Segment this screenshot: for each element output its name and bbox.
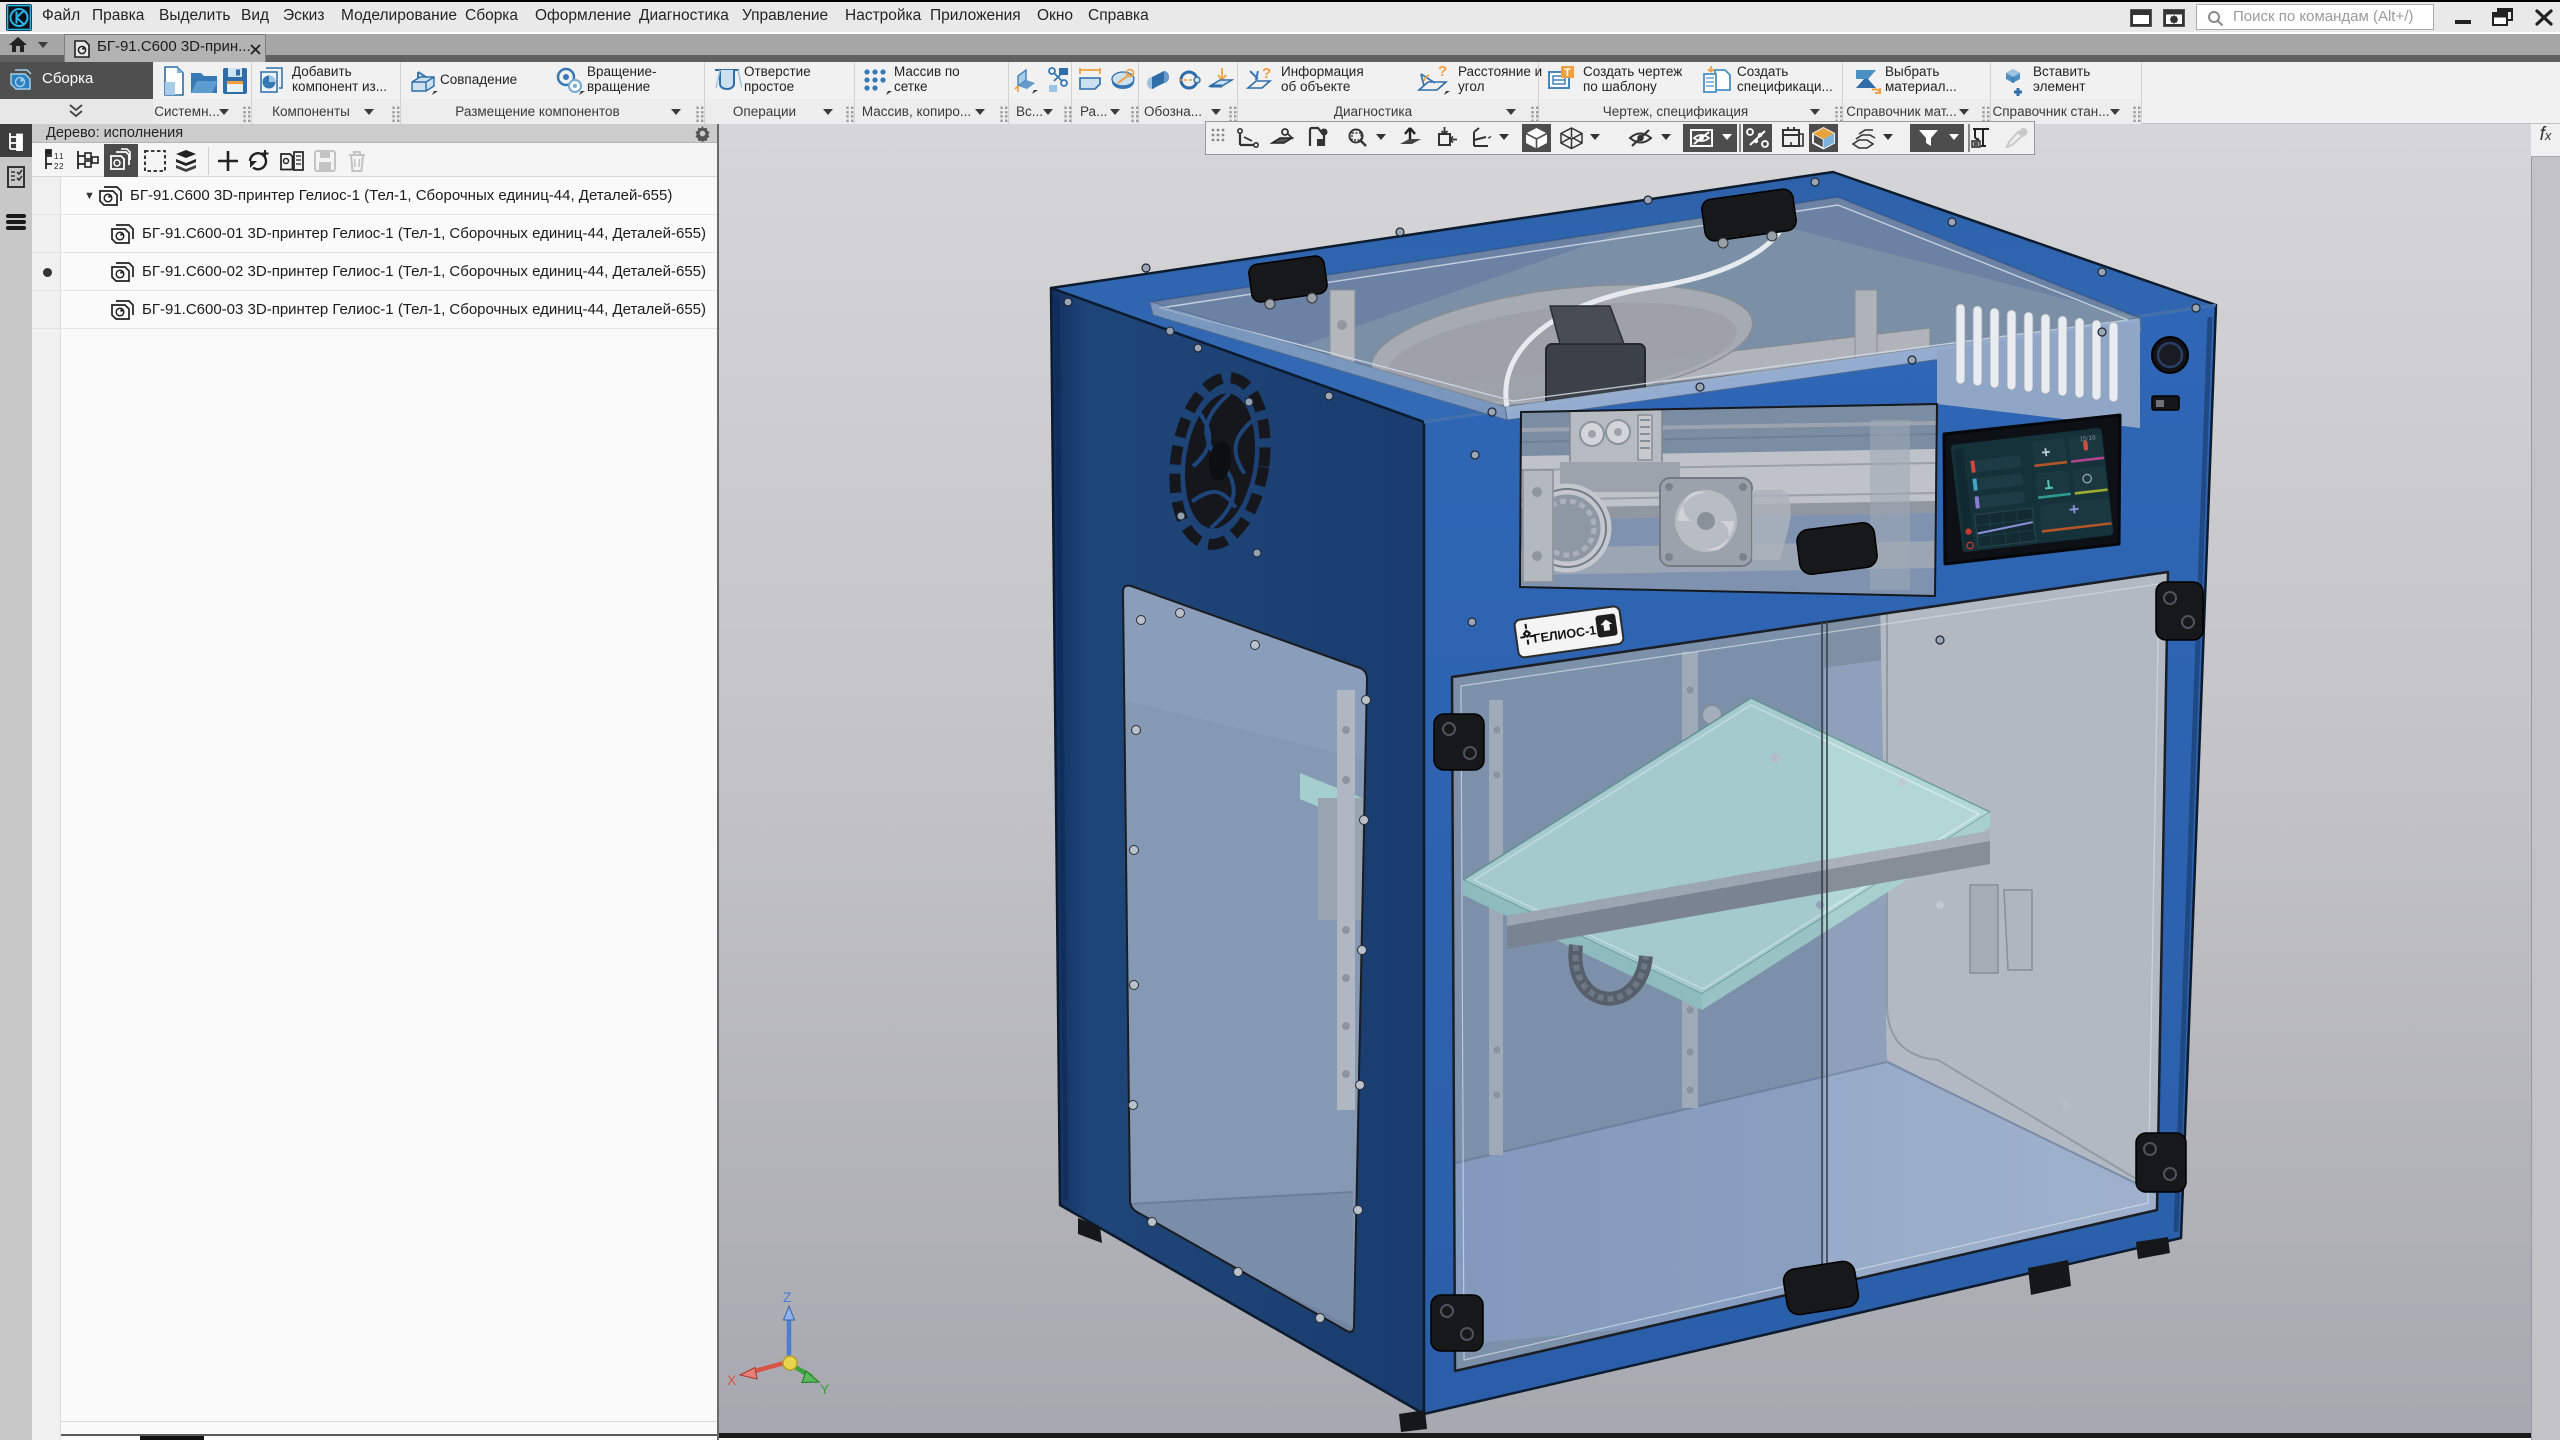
svg-text:X: X	[727, 1372, 737, 1388]
svg-text:Y: Y	[820, 1381, 830, 1397]
svg-text:Z: Z	[783, 1289, 792, 1305]
svg-text:1: 1	[59, 152, 64, 161]
svg-text:2: 2	[59, 162, 64, 171]
svg-text:T: T	[1564, 67, 1571, 79]
svg-text:?: ?	[1262, 65, 1271, 82]
svg-text:?: ?	[1438, 64, 1447, 80]
